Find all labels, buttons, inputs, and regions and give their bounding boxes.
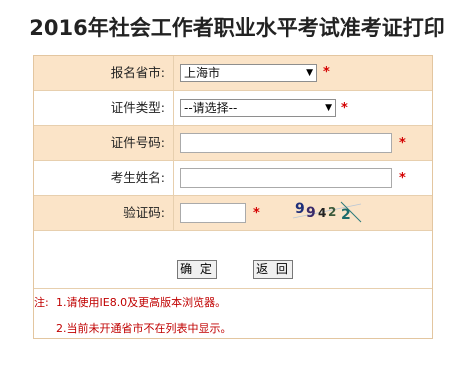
name-label: 考生姓名: <box>34 161 174 195</box>
note-line-2: 2.当前未开通省市不在列表中显示。 <box>56 322 232 335</box>
id-number-input[interactable] <box>180 133 392 153</box>
captcha-char: 4 <box>318 206 326 220</box>
id-type-select[interactable]: --请选择-- ▼ <box>180 99 336 117</box>
province-select[interactable]: 上海市 ▼ <box>180 64 317 82</box>
province-row: 报名省市: 上海市 ▼ * <box>34 56 432 91</box>
chevron-down-icon: ▼ <box>325 103 332 113</box>
confirm-button[interactable]: 确 定 <box>177 260 217 279</box>
required-mark: * <box>253 206 260 221</box>
required-mark: * <box>399 136 406 151</box>
back-button[interactable]: 返 回 <box>253 260 293 279</box>
notes-prefix: 注: <box>34 296 49 309</box>
admission-ticket-form: 报名省市: 上海市 ▼ * 证件类型: --请选择-- ▼ * 证件号码: * … <box>33 55 433 339</box>
id-number-label: 证件号码: <box>34 126 174 160</box>
chevron-down-icon: ▼ <box>306 68 313 78</box>
captcha-char: 2 <box>341 207 351 223</box>
captcha-label: 验证码: <box>34 196 174 230</box>
province-label: 报名省市: <box>34 56 174 90</box>
province-selected-value: 上海市 <box>184 66 221 80</box>
captcha-char: 9 <box>295 201 305 217</box>
name-input[interactable] <box>180 168 392 188</box>
note-line-1: 1.请使用IE8.0及更高版本浏览器。 <box>56 296 227 309</box>
id-type-row: 证件类型: --请选择-- ▼ * <box>34 91 432 126</box>
required-mark: * <box>399 171 406 186</box>
button-bar: 确 定 返 回 <box>34 231 432 289</box>
name-row: 考生姓名: * <box>34 161 432 196</box>
captcha-input[interactable] <box>180 203 246 223</box>
page-title: 2016年社会工作者职业水平考试准考证打印 <box>29 16 445 40</box>
id-type-label: 证件类型: <box>34 91 174 125</box>
captcha-char: 9 <box>306 205 316 221</box>
required-mark: * <box>341 101 348 116</box>
captcha-row: 验证码: * 9 9 4 2 2 <box>34 196 432 231</box>
required-mark: * <box>323 65 330 80</box>
id-number-row: 证件号码: * <box>34 126 432 161</box>
id-type-selected-value: --请选择-- <box>184 101 238 115</box>
captcha-char: 2 <box>328 205 336 219</box>
captcha-image[interactable]: 9 9 4 2 2 <box>291 198 363 224</box>
